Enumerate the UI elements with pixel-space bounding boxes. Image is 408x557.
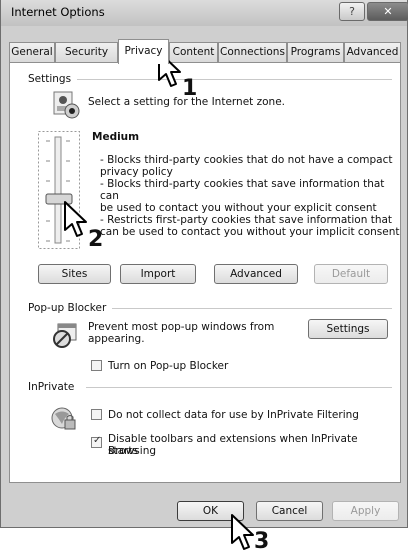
sites-button[interactable]: Sites [38,264,111,284]
help-button[interactable]: ? [339,2,365,21]
popup-group-label: Pop-up Blocker [28,302,113,314]
close-button[interactable]: ✕ [367,2,408,21]
internet-options-window: Internet Options ? ✕ General Security Pr… [0,0,408,528]
default-button[interactable]: Default [314,264,388,284]
description-line: privacy policy [100,166,173,178]
tab-strip: General Security Privacy Content Connect… [9,39,401,64]
inprivate-icon [50,405,78,433]
disable-toolbars-checkbox[interactable] [91,435,102,448]
tab-advanced[interactable]: Advanced [344,42,401,63]
privacy-description: - Blocks third-party cookies that do not… [100,154,400,238]
inprivate-filtering-label[interactable]: Do not collect data for use by InPrivate… [108,409,359,421]
step-1-label: 1 [182,76,198,101]
popup-description-cont: appearing. [88,333,145,345]
apply-button[interactable]: Apply [332,501,399,521]
import-button[interactable]: Import [120,264,196,284]
description-line: - Blocks third-party cookies that save i… [100,178,385,202]
inprivate-filtering-checkbox[interactable] [91,409,102,420]
title-bar: Internet Options ? ✕ [1,0,408,26]
step-2-label: 2 [88,227,104,252]
window-title: Internet Options [11,5,105,19]
cancel-button[interactable]: Cancel [256,501,323,521]
description-line: can be used to contact you without your … [100,226,400,238]
description-line: - Blocks third-party cookies that do not… [100,154,393,166]
popup-blocker-icon [52,323,78,349]
tab-general[interactable]: General [9,42,55,63]
tab-privacy[interactable]: Privacy [118,39,169,64]
advanced-button[interactable]: Advanced [214,264,298,284]
privacy-panel: Settings Select a setting for the Intern… [9,62,401,483]
tab-security[interactable]: Security [55,42,118,63]
inprivate-group-label: InPrivate [28,381,81,393]
disable-toolbars-label-cont[interactable]: starts [108,445,138,457]
internet-zone-icon [52,91,82,121]
settings-group-line [28,79,392,80]
step-3-label: 3 [254,529,270,554]
description-line: - Restricts first-party cookies that sav… [100,214,393,226]
tab-programs[interactable]: Programs [287,42,344,63]
tab-connections[interactable]: Connections [218,42,287,63]
description-line: be used to contact you without your expl… [100,202,377,214]
popup-blocker-label[interactable]: Turn on Pop-up Blocker [108,360,228,372]
privacy-level-title: Medium [92,131,140,143]
popup-group-line [108,308,392,309]
inprivate-group-line [86,387,392,388]
disable-toolbars-label[interactable]: Disable toolbars and extensions when InP… [108,433,400,457]
popup-settings-button[interactable]: Settings [308,319,388,339]
popup-blocker-checkbox[interactable] [91,360,102,371]
popup-description: Prevent most pop-up windows from [88,321,275,333]
settings-group-label: Settings [28,73,78,85]
